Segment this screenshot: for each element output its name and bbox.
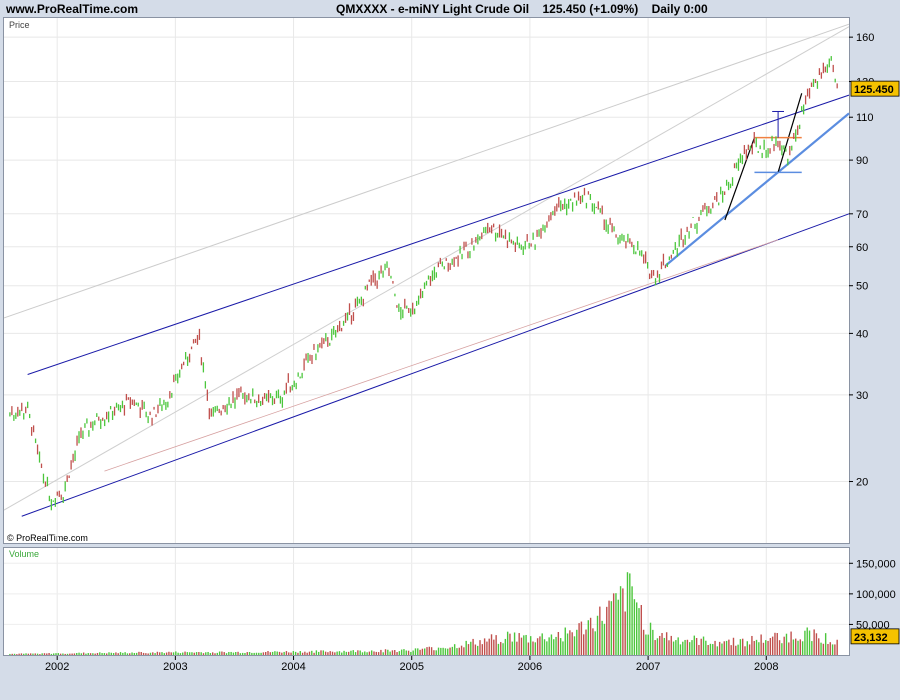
last-price-badge-text: 125.450 xyxy=(854,84,894,96)
price-tick-label: 20 xyxy=(856,477,868,489)
support-trendline xyxy=(665,112,850,267)
channel-lower-line xyxy=(21,213,850,517)
time-tick-label: 2006 xyxy=(518,661,542,673)
volume-bars xyxy=(9,572,838,655)
time-tick-label: 2007 xyxy=(636,661,660,673)
time-axis: 2002 2003 2004 2005 2006 2007 2008 xyxy=(45,656,779,673)
price-tick-label: 70 xyxy=(856,209,868,221)
time-tick-label: 2003 xyxy=(163,661,187,673)
channel-upper-line xyxy=(27,94,850,375)
trend-lines xyxy=(3,23,850,517)
price-tick-label: 60 xyxy=(856,242,868,254)
volume-tick-label: 50,000 xyxy=(856,619,890,631)
grid-lines xyxy=(4,18,849,655)
chart-canvas: 20304050607090110130160125.45023,132 50,… xyxy=(3,18,900,673)
volume-axis: 50,000 100,000 150,000 xyxy=(849,558,896,631)
volume-tick-label: 100,000 xyxy=(856,589,896,601)
price-tick-label: 110 xyxy=(856,112,874,124)
volume-tick-label: 150,000 xyxy=(856,558,896,570)
time-tick-label: 2002 xyxy=(45,661,69,673)
regression-line-outer xyxy=(3,26,850,511)
time-tick-label: 2004 xyxy=(281,661,305,673)
flag-pole-line-1 xyxy=(724,137,756,221)
time-tick-label: 2005 xyxy=(399,661,423,673)
time-tick-label: 2008 xyxy=(754,661,778,673)
regression-line-upper xyxy=(3,23,850,319)
last-volume-badge-text: 23,132 xyxy=(854,632,888,644)
price-tick-label: 30 xyxy=(856,390,868,402)
last-price-badge: 125.450 xyxy=(850,80,900,97)
price-tick-label: 50 xyxy=(856,281,868,293)
price-candles xyxy=(9,56,838,511)
price-tick-label: 90 xyxy=(856,155,868,167)
price-tick-label: 160 xyxy=(856,32,874,44)
price-tick-label: 40 xyxy=(856,328,868,340)
price-axis: 20304050607090110130160125.45023,132 xyxy=(849,32,900,645)
channel-lower-parallel xyxy=(104,239,779,472)
